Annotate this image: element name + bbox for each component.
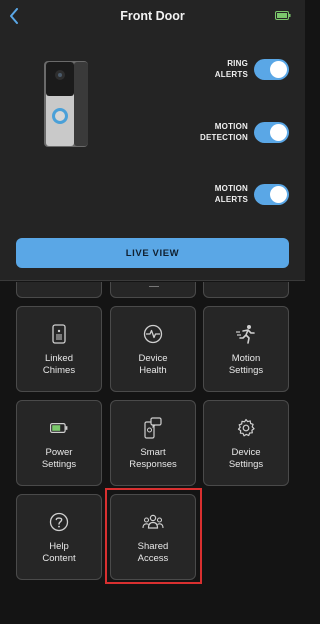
chime-icon: [52, 324, 66, 344]
motion-detection-toggle[interactable]: [254, 122, 289, 143]
tile-label: Power Settings: [41, 447, 77, 470]
device-settings-tile[interactable]: Device Settings: [203, 400, 289, 486]
smart-response-icon: [144, 417, 162, 439]
ring-alerts-label: RING ALERTS: [214, 59, 248, 79]
running-person-icon: [236, 325, 255, 344]
motion-alerts-label: MOTION ALERTS: [214, 184, 248, 204]
device-header-panel: Front Door RING ALERTS MOTION DETECTION MO…: [0, 0, 305, 281]
help-content-tile[interactable]: Help Content: [16, 494, 102, 580]
tile-label: Help Content: [42, 541, 76, 564]
tile-label: Smart Responses: [129, 447, 177, 470]
page-title: Front Door: [120, 9, 185, 23]
gear-icon: [237, 418, 255, 437]
ring-alerts-row: RING ALERTS: [215, 59, 289, 80]
tile-label: Device Settings: [228, 447, 264, 470]
tile-label: Motion Settings: [228, 353, 264, 376]
battery-icon: [50, 423, 68, 433]
motion-detection-label: MOTION DETECTION: [199, 122, 248, 142]
power-settings-tile[interactable]: Power Settings: [16, 400, 102, 486]
battery-icon: [275, 11, 291, 20]
device-health-tile[interactable]: Device Health: [110, 306, 196, 392]
pulse-icon: [143, 324, 163, 344]
live-view-button[interactable]: LIVE VIEW: [16, 238, 289, 268]
motion-detection-row: MOTION DETECTION: [200, 122, 289, 143]
linked-chimes-tile[interactable]: Linked Chimes: [16, 306, 102, 392]
tile-partial[interactable]: [203, 282, 289, 298]
tile-partial[interactable]: [16, 282, 102, 298]
motion-alerts-toggle[interactable]: [254, 184, 289, 205]
tile-label: Device Health: [138, 353, 168, 376]
smart-responses-tile[interactable]: Smart Responses: [110, 400, 196, 486]
motion-settings-tile[interactable]: Motion Settings: [203, 306, 289, 392]
selection-highlight: [105, 488, 202, 584]
ring-alerts-toggle[interactable]: [254, 59, 289, 80]
tile-label: Linked Chimes: [42, 353, 76, 376]
doorbell-device-image: [44, 61, 88, 147]
question-icon: [49, 512, 69, 532]
motion-alerts-row: MOTION ALERTS: [215, 184, 289, 205]
tile-partial[interactable]: [110, 282, 196, 298]
